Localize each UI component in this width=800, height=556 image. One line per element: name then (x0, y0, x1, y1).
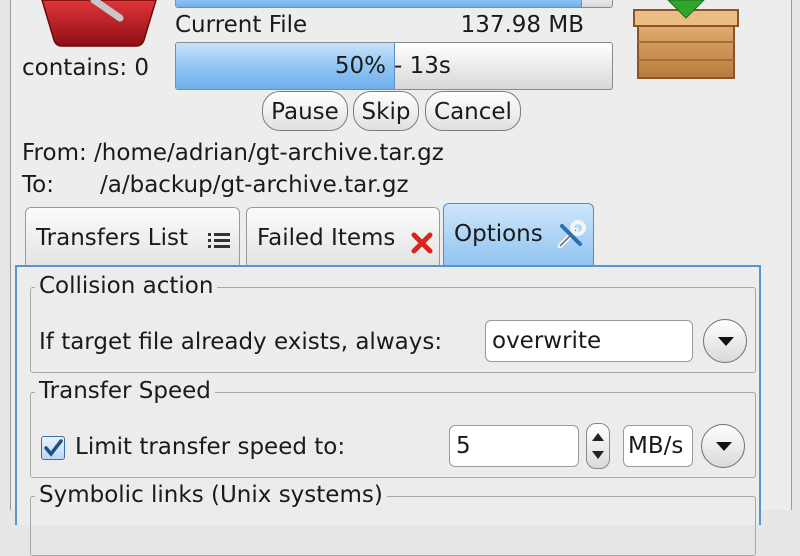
wooden-box-icon (633, 0, 739, 79)
speed-legend: Transfer Speed (35, 377, 215, 405)
tab-failed-items[interactable]: Failed Items (246, 207, 440, 265)
tab-label: Failed Items (257, 225, 396, 251)
limit-speed-label: Limit transfer speed to: (75, 434, 346, 460)
file-eta: - 13s (394, 53, 451, 79)
tab-transfers-list[interactable]: Transfers List (25, 207, 240, 265)
contains-count: contains: 0 (22, 55, 150, 81)
transfer-speed-group: Transfer Speed Limit transfer speed to: … (30, 377, 756, 478)
file-progress-bar: 50% - 13s (175, 42, 613, 90)
cancel-button[interactable]: Cancel (425, 91, 521, 131)
list-icon (208, 233, 230, 248)
symlinks-legend: Symbolic links (Unix systems) (35, 481, 387, 509)
collision-action-group: Collision action If target file already … (30, 272, 756, 373)
trash-basket-icon (41, 0, 157, 47)
collision-legend: Collision action (35, 272, 218, 300)
options-panel: Collision action If target file already … (15, 265, 761, 556)
collision-label: If target file already exists, always: (39, 329, 443, 355)
speed-unit-combo[interactable]: MB/s (623, 425, 693, 467)
collision-dropdown-button[interactable] (703, 319, 747, 363)
wrench-screwdriver-icon (557, 220, 586, 249)
speed-unit-dropdown-button[interactable] (701, 424, 745, 468)
checkmark-icon (44, 439, 63, 457)
overall-progress-bar (175, 0, 613, 8)
speed-value-input[interactable]: 5 (449, 425, 579, 467)
limit-speed-checkbox[interactable] (41, 436, 65, 460)
overall-progress-fill (176, 0, 583, 7)
red-x-icon (411, 232, 433, 254)
current-file-label: Current File (175, 12, 308, 38)
file-progress-percent: 50% (334, 53, 386, 79)
skip-button[interactable]: Skip (353, 91, 419, 131)
pause-button[interactable]: Pause (262, 91, 348, 131)
tab-label: Options (454, 221, 543, 247)
tab-options[interactable]: Options (443, 203, 594, 267)
tab-label: Transfers List (36, 225, 188, 251)
from-path: From: /home/adrian/gt-archive.tar.gz (22, 140, 444, 166)
collision-combo[interactable]: overwrite (485, 320, 693, 362)
to-label: To: (22, 172, 54, 198)
to-path: /a/backup/gt-archive.tar.gz (100, 172, 409, 198)
speed-spinner[interactable] (586, 423, 610, 469)
symbolic-links-group: Symbolic links (Unix systems) (30, 481, 756, 556)
spinner-arrows-icon (592, 433, 604, 459)
current-file-size: 137.98 MB (460, 12, 584, 38)
